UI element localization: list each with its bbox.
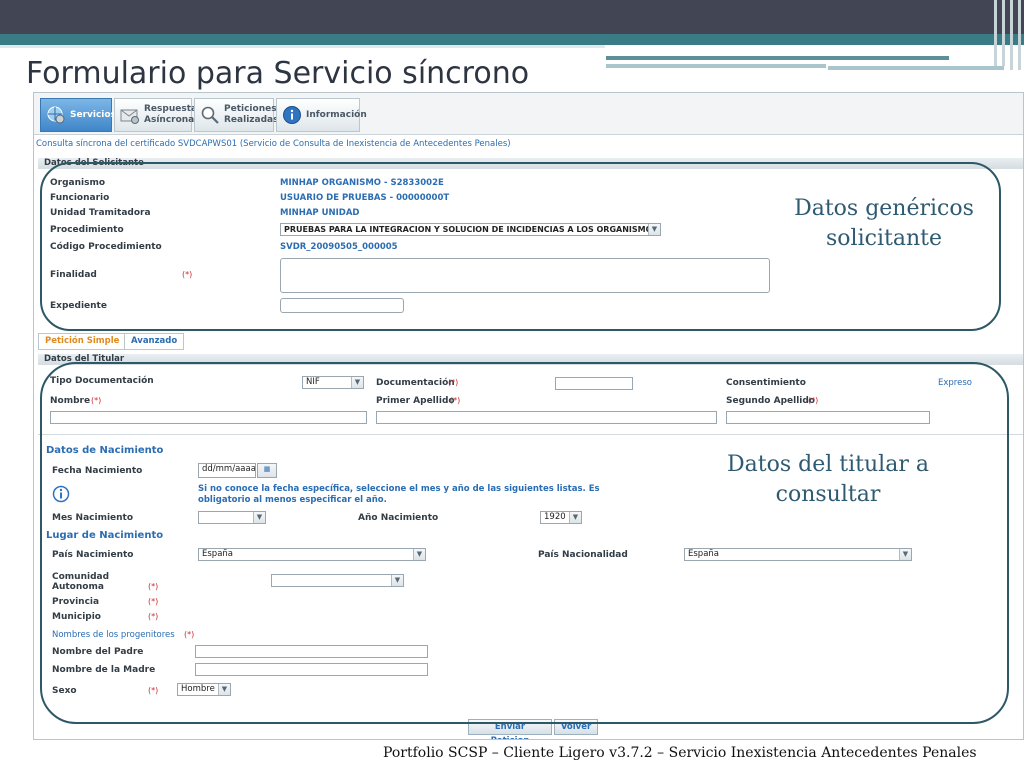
envelope-icon xyxy=(120,105,140,125)
slide-teal-band xyxy=(0,34,1024,45)
annotation-solicitante: Datos genéricos solicitante xyxy=(794,196,974,251)
tab-bar: Servicios Respuestas Asíncronas Peticion… xyxy=(34,93,1023,135)
tab-respuestas-asincronas[interactable]: Respuestas Asíncronas xyxy=(114,98,202,132)
slide-title: Formulario para Servicio síncrono xyxy=(26,56,530,91)
slide-deco-line xyxy=(606,64,826,68)
gear-globe-icon xyxy=(46,105,66,125)
slide-deco-stripe xyxy=(1002,0,1005,66)
slide-top-bar xyxy=(0,0,1024,34)
slide-deco-line xyxy=(828,66,1004,70)
magnifier-icon xyxy=(200,105,220,125)
annotation-oval-titular xyxy=(40,362,1009,724)
slide-footer: Portfolio SCSP – Cliente Ligero v3.7.2 –… xyxy=(383,745,977,761)
slide-deco-line xyxy=(606,56,949,60)
tab-avanzado[interactable]: Avanzado xyxy=(124,333,185,350)
slide-deco-stripe xyxy=(1010,0,1013,70)
service-subtitle: Consulta síncrona del certificado SVDCAP… xyxy=(36,139,511,149)
tab-servicios[interactable]: Servicios xyxy=(40,98,116,132)
slide-deco-stripe xyxy=(994,0,997,66)
annotation-titular: Datos del titular a consultar xyxy=(727,452,929,507)
tab-peticion-simple[interactable]: Petición Simple xyxy=(38,333,127,350)
info-icon xyxy=(282,105,302,125)
tab-peticiones-realizadas[interactable]: Peticiones Realizadas xyxy=(194,98,278,132)
tab-informacion[interactable]: Información xyxy=(276,98,367,132)
slide-deco-stripe xyxy=(1018,0,1021,70)
slide-deco-line xyxy=(0,45,605,48)
